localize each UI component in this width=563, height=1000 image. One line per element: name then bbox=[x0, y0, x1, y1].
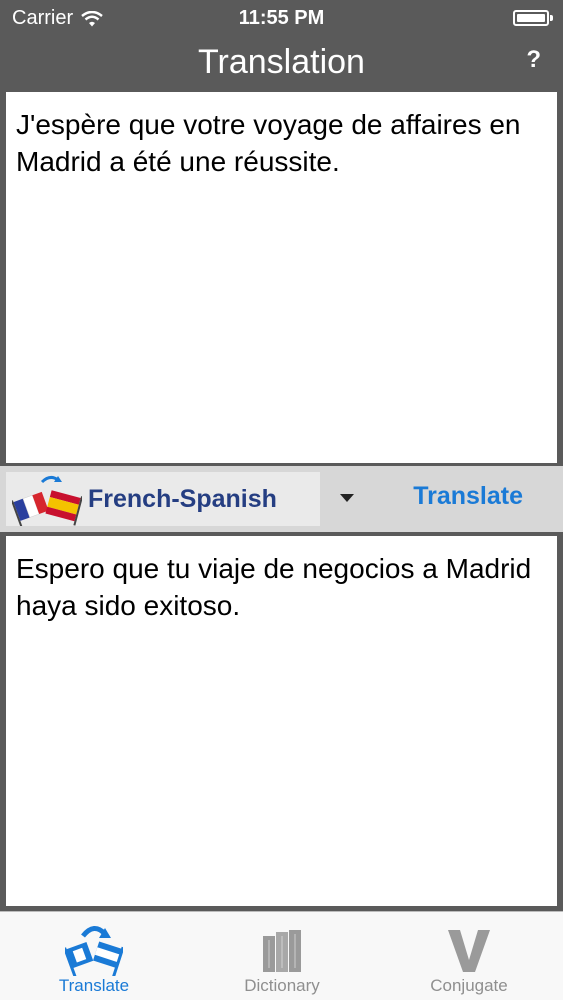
battery-icon bbox=[513, 10, 553, 26]
tab-conjugate-label: Conjugate bbox=[430, 976, 508, 995]
battery-level bbox=[517, 14, 545, 22]
source-text-area[interactable]: J'espère que votre voyage de affaires en… bbox=[6, 92, 557, 463]
language-pair-selector[interactable]: French-Spanish bbox=[6, 472, 320, 526]
navigation-bar: Translation ? bbox=[0, 40, 563, 88]
french-spanish-flags-icon bbox=[12, 475, 82, 526]
dropdown-arrow-icon[interactable] bbox=[340, 494, 354, 502]
tab-translate[interactable]: Translate bbox=[0, 912, 188, 1000]
page-title: Translation bbox=[198, 43, 365, 81]
tab-dictionary[interactable]: Dictionary bbox=[188, 912, 376, 1000]
translate-flags-icon bbox=[65, 926, 123, 976]
language-bar: French-Spanish Translate bbox=[0, 466, 563, 532]
tab-dictionary-label: Dictionary bbox=[244, 976, 320, 995]
language-pair-label: French-Spanish bbox=[88, 484, 277, 513]
tab-translate-label: Translate bbox=[58, 976, 130, 995]
translation-result-area: Espero que tu viaje de negocios a Madrid… bbox=[6, 536, 557, 906]
v-letter-icon bbox=[448, 930, 490, 972]
help-button[interactable]: ? bbox=[526, 46, 541, 74]
books-icon bbox=[263, 930, 301, 972]
translate-button[interactable]: Translate bbox=[413, 482, 523, 511]
status-bar: Carrier 11:55 PM bbox=[0, 0, 563, 40]
status-time: 11:55 PM bbox=[238, 7, 325, 29]
tab-bar: Translate Dictionary Conjugate bbox=[0, 911, 563, 1000]
tab-conjugate[interactable]: Conjugate bbox=[375, 912, 563, 1000]
